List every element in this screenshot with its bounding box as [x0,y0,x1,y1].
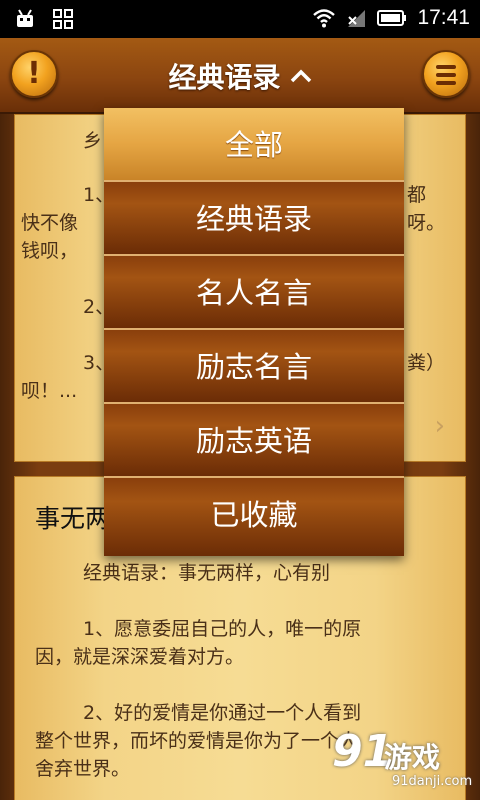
chevron-up-icon [290,69,311,83]
app-header: ! 经典语录 [0,38,480,114]
card-title: 事无两 [35,504,111,533]
card-line: 呗！... [21,380,78,402]
chevron-right-icon: › [434,411,445,441]
card-line: 整个世界，而坏的爱情是你为了一个人 [35,730,359,752]
card-subtitle: 经典语录：事无两样，心有别 [83,562,331,584]
status-time: 17:41 [417,6,470,29]
card-line: 乡 [83,130,103,152]
dropdown-item-classic-quotes[interactable]: 经典语录 [104,182,404,256]
menu-button[interactable] [422,50,470,98]
card-line: 舍弃世界。 [35,758,131,780]
category-dropdown: 全部 经典语录 名人名言 励志名言 励志英语 已收藏 [104,108,404,556]
watermark-url: 91danji.com [392,774,473,789]
android-debug-icon [17,9,33,27]
dropdown-item-famous-quotes[interactable]: 名人名言 [104,256,404,330]
card-line: 都 [407,184,427,206]
qr-grid-icon [53,9,73,29]
card-line: 1、愿意委屈自己的人，唯一的原 [83,618,362,640]
card-line: 快不像 [21,212,79,234]
menu-icon [436,65,456,85]
card-line: 2、好的爱情是你通过一个人看到 [83,702,362,724]
dropdown-item-favorites[interactable]: 已收藏 [104,478,404,556]
dropdown-item-inspirational-quotes[interactable]: 励志名言 [104,330,404,404]
watermark-name: 游戏 [384,741,441,774]
status-bar: 17:41 [0,0,480,38]
watermark-logo: 91 游戏 91danji.com [332,726,472,796]
battery-icon [377,10,407,26]
card-line: 因，就是深深爱着对方。 [35,646,245,668]
category-selector[interactable]: 经典语录 [0,56,480,96]
page-title: 经典语录 [168,61,281,94]
dropdown-item-inspirational-english[interactable]: 励志英语 [104,404,404,478]
dropdown-item-all[interactable]: 全部 [104,108,404,182]
no-signal-icon [348,10,366,27]
card-line: 粪） [407,352,446,374]
wifi-icon [313,9,336,28]
card-line: 呀。 [407,212,446,234]
card-line: 钱呗， [21,240,79,262]
